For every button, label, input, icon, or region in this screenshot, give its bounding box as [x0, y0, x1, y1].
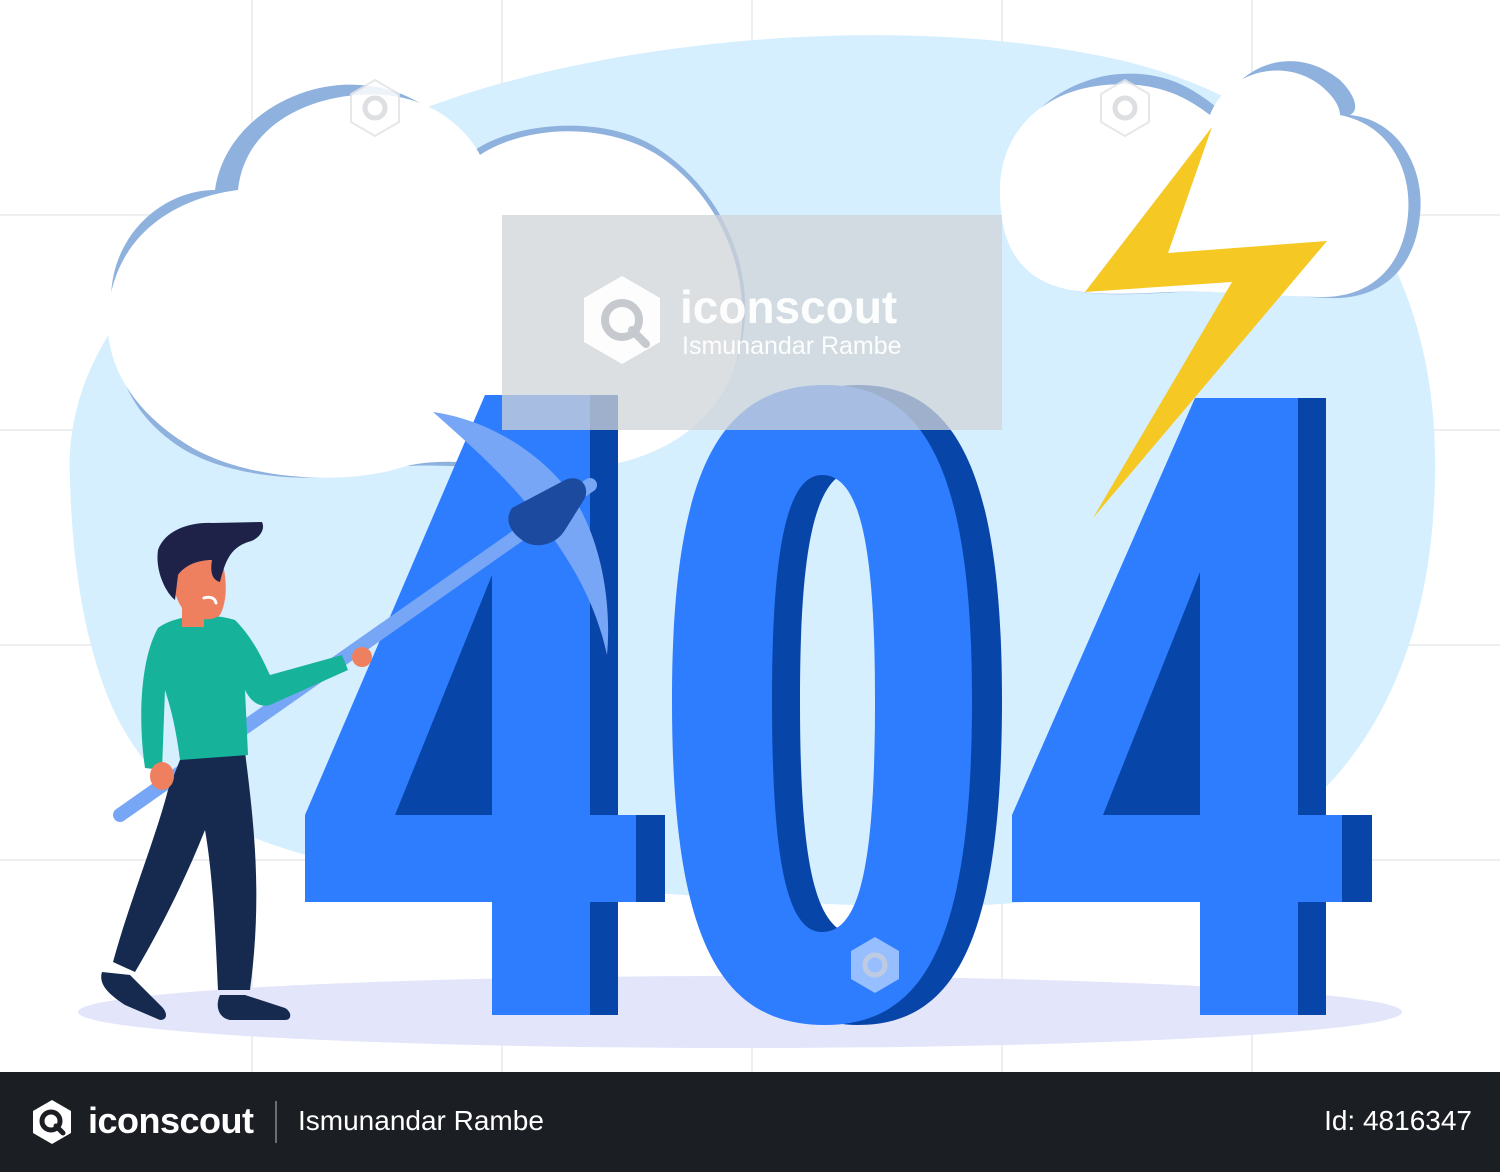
footer-asset-id: Id: 4816347 — [1324, 1105, 1472, 1136]
footer-separator — [275, 1101, 277, 1143]
watermark-author: Ismunandar Rambe — [682, 332, 902, 360]
footer-author[interactable]: Ismunandar Rambe — [298, 1105, 544, 1137]
404-illustration — [0, 0, 1500, 1072]
iconscout-logo-icon — [33, 1100, 71, 1144]
illustration-canvas: iconscout Ismunandar Rambe — [0, 0, 1500, 1072]
footer-bar: iconscout Ismunandar Rambe Id: 4816347 — [0, 1072, 1500, 1172]
footer-brand[interactable]: iconscout — [88, 1100, 254, 1142]
watermark-brand: iconscout — [680, 281, 898, 333]
